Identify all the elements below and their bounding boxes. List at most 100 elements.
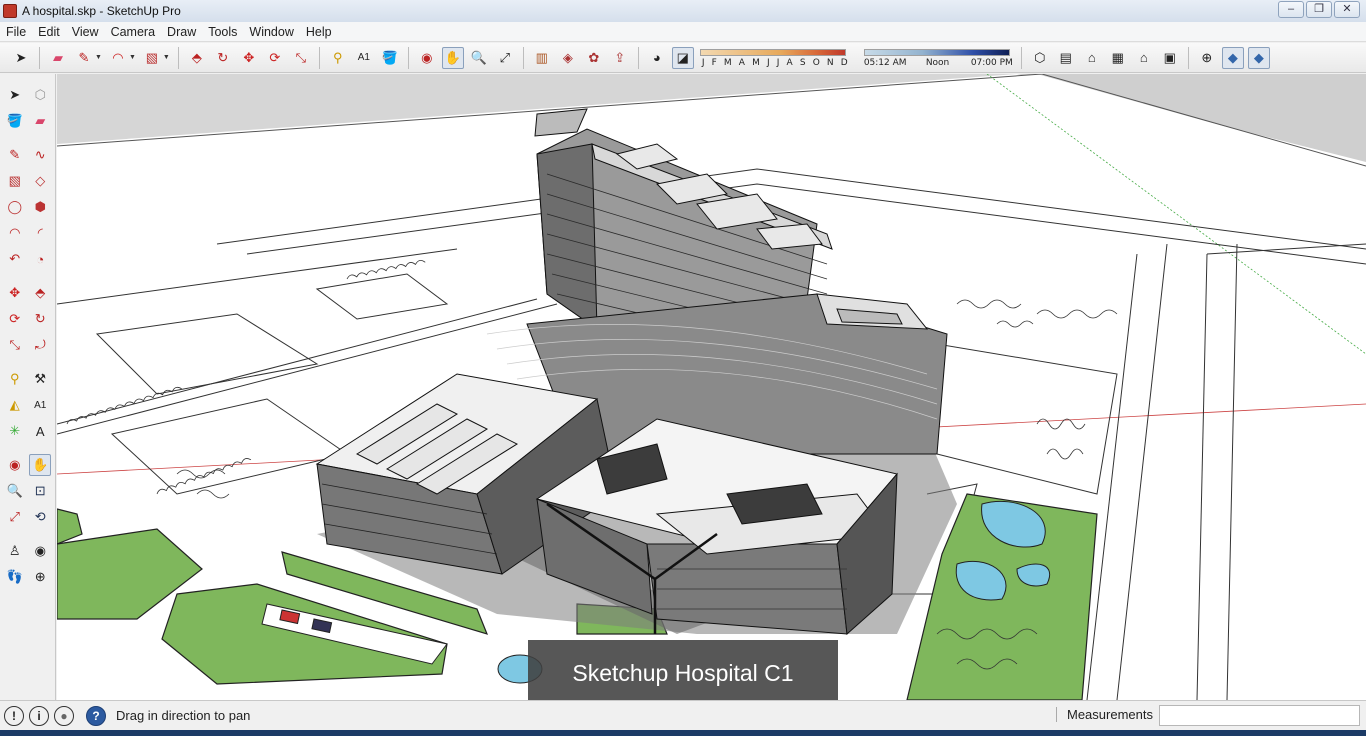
polygon-icon[interactable]: ⬢ xyxy=(30,196,52,218)
menu-edit[interactable]: Edit xyxy=(32,22,66,42)
month-label: A xyxy=(786,57,793,68)
chevron-down-icon[interactable]: ▼ xyxy=(95,54,102,61)
pie-icon[interactable]: ◔ xyxy=(30,248,52,270)
rectangle-icon[interactable]: ▧ xyxy=(4,170,26,192)
arc-icon[interactable]: ◠ xyxy=(4,222,26,244)
section-plane-icon[interactable]: ⊕ xyxy=(1196,47,1218,69)
rotate-icon[interactable]: ⟳ xyxy=(264,47,286,69)
hospital-model-render[interactable] xyxy=(57,74,1366,700)
previous-view-icon[interactable]: ⟲ xyxy=(30,506,52,528)
rectangle-icon[interactable]: ▧ xyxy=(141,47,163,69)
menu-window[interactable]: Window xyxy=(243,22,299,42)
scale-icon[interactable]: ⤡ xyxy=(4,334,26,356)
front-view-icon[interactable]: ⌂ xyxy=(1081,47,1103,69)
close-button[interactable]: ✕ xyxy=(1334,1,1360,18)
pencil-icon[interactable]: ✎ xyxy=(4,144,26,166)
text-icon[interactable]: A1 xyxy=(30,394,52,416)
zoom-extents-icon[interactable]: ⤢ xyxy=(4,506,26,528)
month-gradient-bar[interactable] xyxy=(699,48,846,56)
back-view-icon[interactable]: ⌂ xyxy=(1133,47,1155,69)
3d-warehouse-icon[interactable]: ▥ xyxy=(531,47,553,69)
zoom-icon[interactable]: 🔍 xyxy=(468,47,490,69)
axes-icon[interactable]: ✳ xyxy=(4,420,26,442)
time-start-label: 05:12 AM xyxy=(863,57,907,68)
scale-icon[interactable]: ⤡ xyxy=(290,47,312,69)
orbit-icon[interactable]: ◉ xyxy=(416,47,438,69)
display-section-planes-icon[interactable]: ◆ xyxy=(1221,46,1244,69)
tape-measure-icon[interactable]: ⚲ xyxy=(4,368,26,390)
menu-view[interactable]: View xyxy=(66,22,105,42)
push-pull-icon[interactable]: ⬘ xyxy=(186,47,208,69)
measurements-input[interactable] xyxy=(1159,705,1360,726)
right-view-icon[interactable]: ▦ xyxy=(1107,47,1129,69)
extension-icon[interactable]: ✿ xyxy=(583,47,605,69)
offset-icon[interactable]: ⤾ xyxy=(30,334,52,356)
push-pull-icon[interactable]: ⬘ xyxy=(30,282,52,304)
left-view-icon[interactable]: ▣ xyxy=(1159,47,1181,69)
dimension-icon[interactable]: ⚒ xyxy=(30,368,52,390)
export-icon[interactable]: ⇪ xyxy=(609,47,631,69)
user-icon[interactable]: ● xyxy=(54,705,74,726)
pan-icon[interactable]: ✋ xyxy=(441,46,464,69)
rotate-icon[interactable]: ⟳ xyxy=(4,308,26,330)
zoom-window-icon[interactable]: ⊡ xyxy=(30,480,52,502)
eraser-icon[interactable]: ▰ xyxy=(47,47,69,69)
display-section-cuts-icon[interactable]: ◆ xyxy=(1247,46,1270,69)
info-icon[interactable]: i xyxy=(29,705,49,726)
section-plane-icon[interactable]: ⊕ xyxy=(30,566,52,588)
two-point-arc-icon[interactable]: ◜ xyxy=(30,222,52,244)
paint-bucket-icon[interactable]: 🪣 xyxy=(379,47,401,69)
zoom-icon[interactable]: 🔍 xyxy=(4,480,26,502)
walk-icon[interactable]: 👣 xyxy=(4,566,26,588)
follow-me-icon[interactable]: ↻ xyxy=(212,47,234,69)
model-viewport[interactable]: Sketchup Hospital C1 xyxy=(57,74,1366,700)
window-title: A hospital.skp - SketchUp Pro xyxy=(22,4,181,18)
shadow-time-slider[interactable]: 05:12 AM Noon 07:00 PM xyxy=(863,46,1016,70)
select-icon[interactable]: ➤ xyxy=(10,47,32,69)
components-icon[interactable]: ◈ xyxy=(557,47,579,69)
menu-draw[interactable]: Draw xyxy=(161,22,202,42)
chevron-down-icon[interactable]: ▼ xyxy=(163,54,170,61)
month-label: A xyxy=(738,57,745,68)
menu-tools[interactable]: Tools xyxy=(202,22,243,42)
make-component-icon[interactable]: ⬡ xyxy=(30,84,52,106)
protractor-icon[interactable]: ◭ xyxy=(4,394,26,416)
look-around-icon[interactable]: ◉ xyxy=(30,540,52,562)
zoom-extents-icon[interactable]: ⤢ xyxy=(494,47,516,69)
pan-icon[interactable]: ✋ xyxy=(29,454,51,476)
pencil-icon[interactable]: ✎ xyxy=(73,47,95,69)
geo-location-icon[interactable]: ! xyxy=(4,705,24,726)
tape-measure-icon[interactable]: ⚲ xyxy=(327,47,349,69)
eraser-icon[interactable]: ▰ xyxy=(30,110,52,132)
paint-bucket-icon[interactable]: 🪣 xyxy=(4,110,26,132)
freehand-icon[interactable]: ∿ xyxy=(30,144,52,166)
chevron-down-icon[interactable]: ▼ xyxy=(129,54,136,61)
move-icon[interactable]: ✥ xyxy=(4,282,26,304)
3d-text-icon[interactable]: A xyxy=(30,420,52,442)
circle-icon[interactable]: ◯ xyxy=(4,196,26,218)
maximize-button[interactable]: ❐ xyxy=(1306,1,1332,18)
help-icon[interactable]: ? xyxy=(86,705,106,726)
fog-icon[interactable]: ◪ xyxy=(671,46,694,69)
text-icon[interactable]: A1 xyxy=(353,47,375,69)
time-gradient-bar[interactable] xyxy=(863,48,1010,56)
month-label: D xyxy=(840,57,848,68)
orbit-icon[interactable]: ◉ xyxy=(4,454,25,476)
shadow-date-slider[interactable]: J F M A M J J A S O N D xyxy=(699,46,850,70)
arc-icon[interactable]: ◠ xyxy=(107,47,129,69)
minimize-button[interactable]: – xyxy=(1278,1,1304,18)
position-camera-icon[interactable]: ♙ xyxy=(4,540,26,562)
iso-view-icon[interactable]: ⬡ xyxy=(1029,47,1051,69)
three-point-arc-icon[interactable]: ↶ xyxy=(4,248,26,270)
menu-file[interactable]: File xyxy=(0,22,32,42)
menu-camera[interactable]: Camera xyxy=(105,22,161,42)
status-bar: ! i ● ? Drag in direction to pan Measure… xyxy=(0,700,1366,730)
shadow-icon[interactable]: ◕ xyxy=(646,47,668,69)
follow-me-icon[interactable]: ↻ xyxy=(30,308,52,330)
select-icon[interactable]: ➤ xyxy=(4,84,26,106)
menu-help[interactable]: Help xyxy=(300,22,338,42)
rotated-rectangle-icon[interactable]: ◇ xyxy=(30,170,52,192)
month-labels: J F M A M J J A S O N D xyxy=(702,58,848,68)
move-icon[interactable]: ✥ xyxy=(238,47,260,69)
top-view-icon[interactable]: ▤ xyxy=(1055,47,1077,69)
